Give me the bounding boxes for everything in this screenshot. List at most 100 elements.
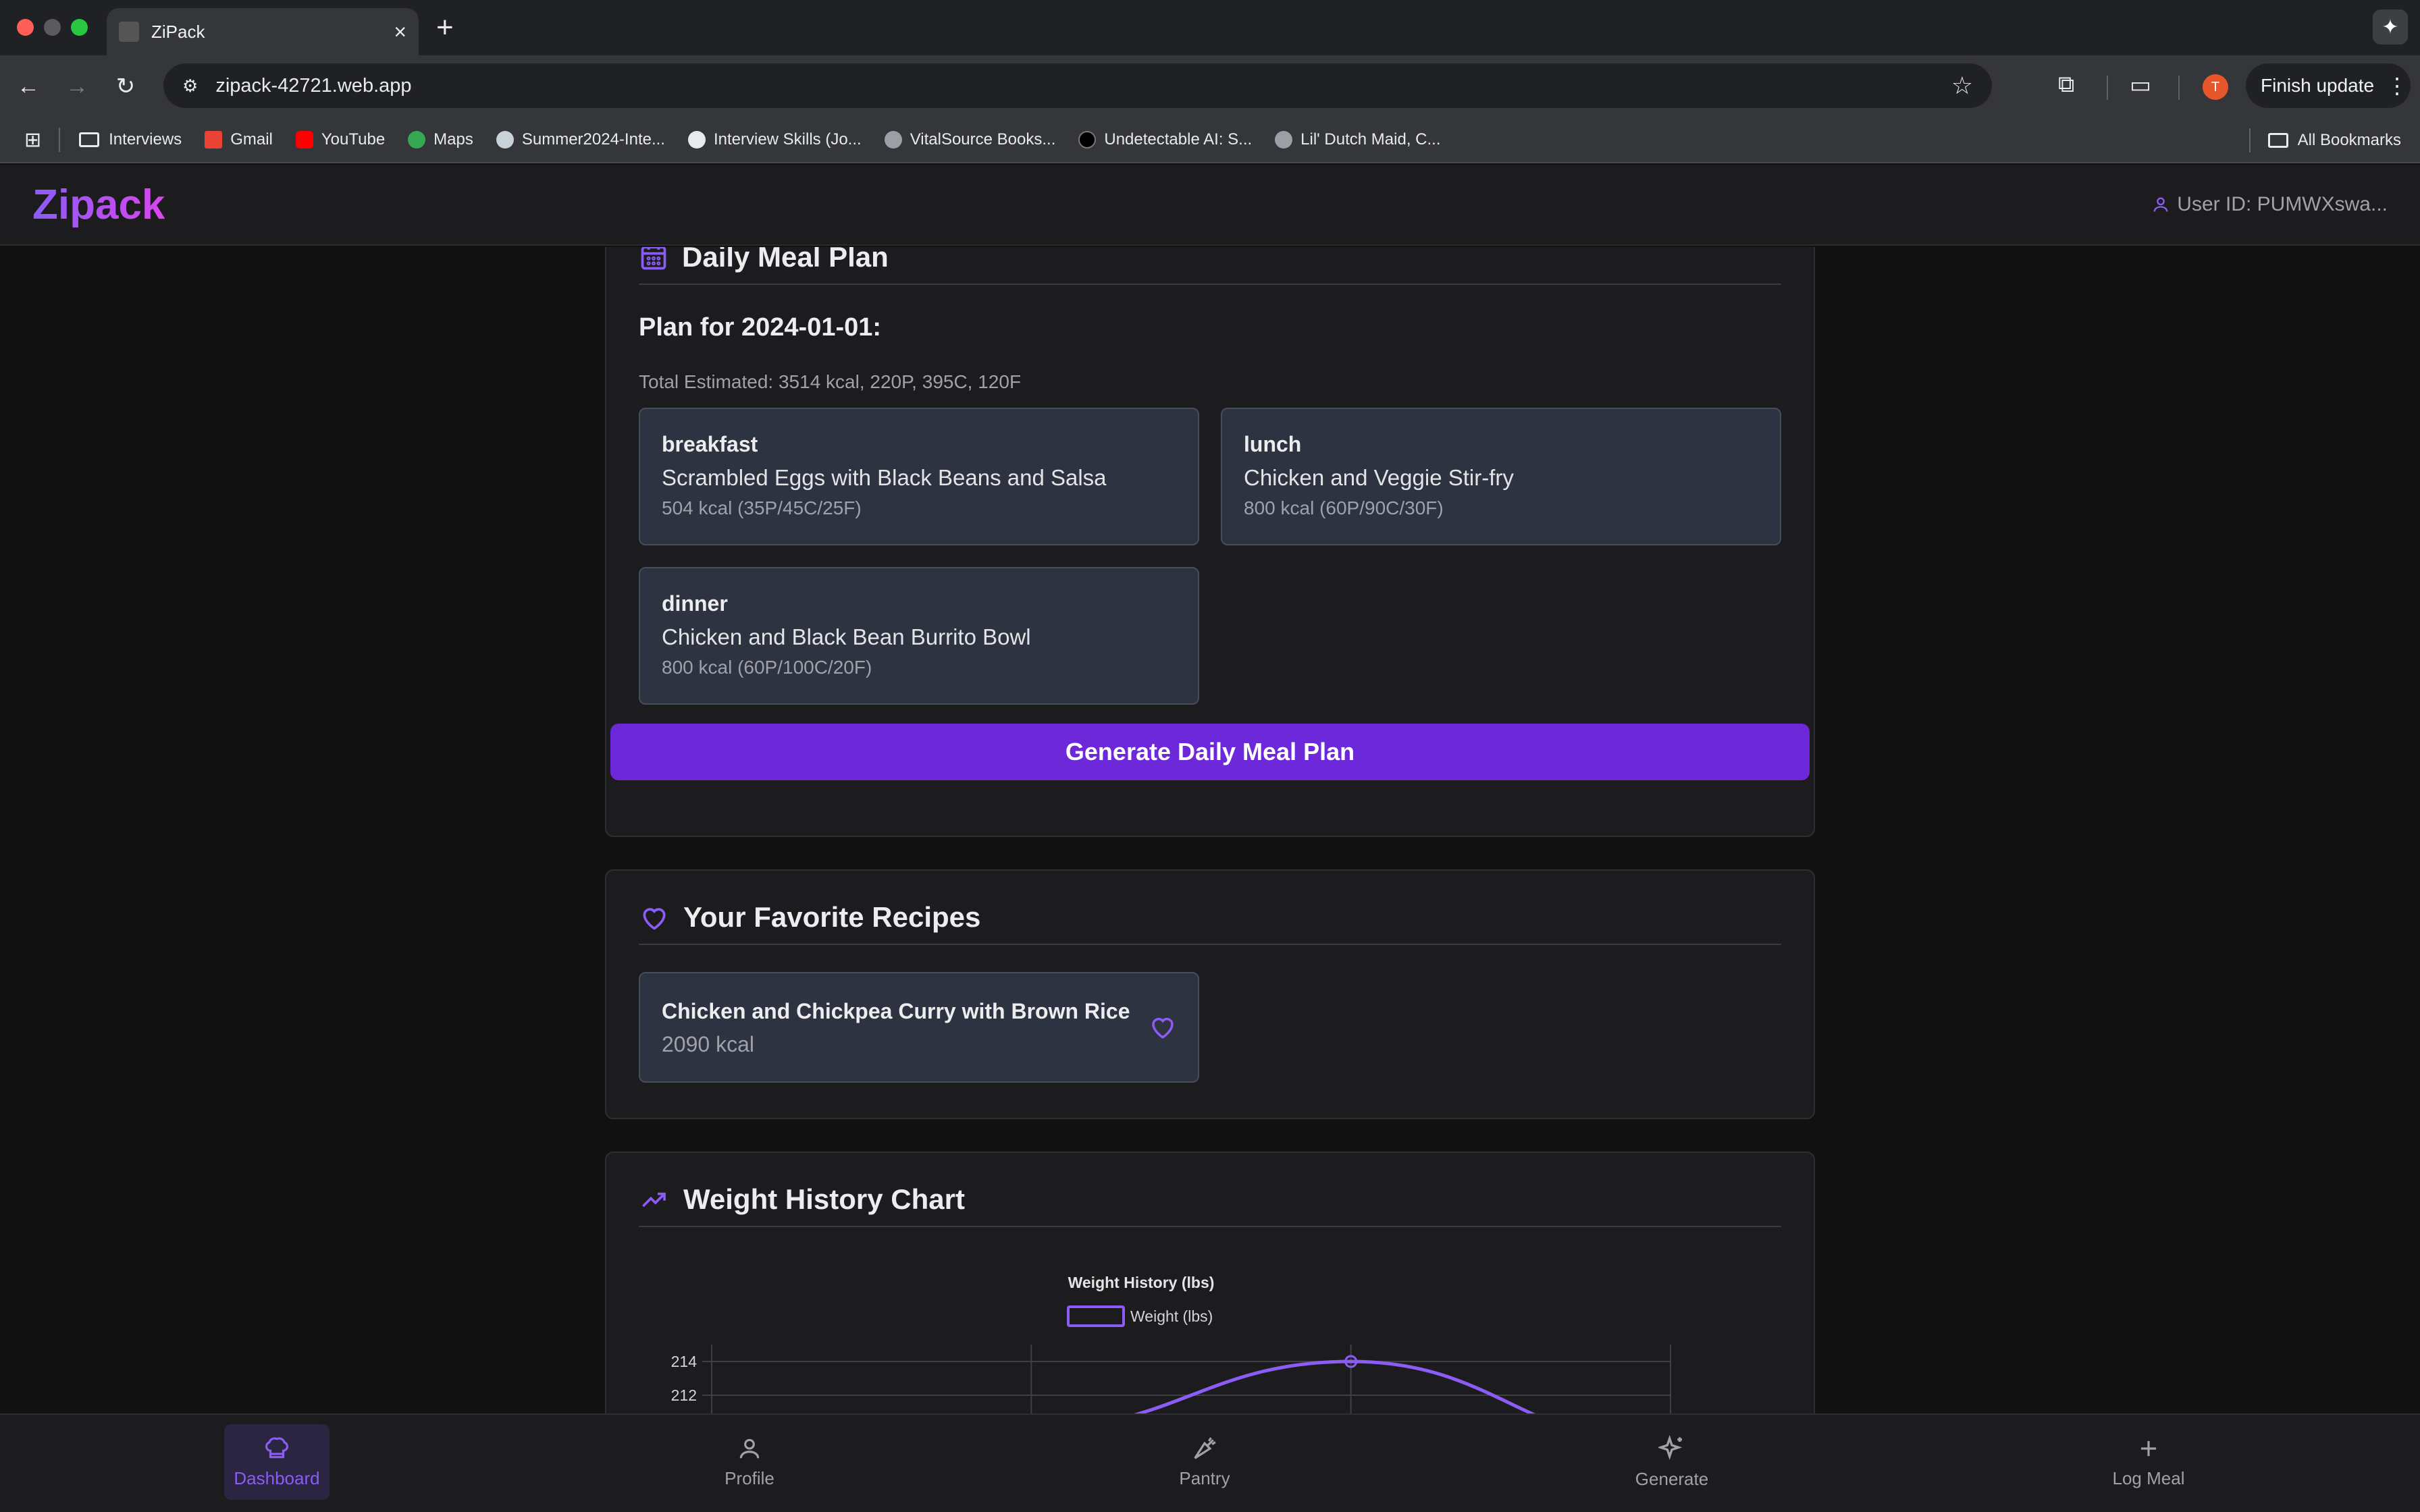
meal-type: dinner — [662, 591, 728, 616]
bookmark-label: Lil' Dutch Maid, C... — [1300, 130, 1441, 148]
bottom-navigation: Dashboard Profile Pantry Generate Log Me… — [0, 1413, 2420, 1512]
legend-swatch[interactable] — [1067, 1305, 1125, 1327]
nav-label: Generate — [1635, 1468, 1709, 1489]
finish-update-button[interactable]: Finish update ⋮ — [2246, 63, 2411, 108]
dashboard-content[interactable]: Daily Meal Plan Plan for 2024-01-01: Tot… — [0, 247, 2420, 1413]
bookmark-maps[interactable]: Maps — [408, 130, 473, 149]
generate-daily-meal-plan-button[interactable]: Generate Daily Meal Plan — [610, 724, 1810, 780]
bookmark-lil-dutch-maid[interactable]: Lil' Dutch Maid, C... — [1275, 130, 1441, 149]
bookmarks-bar: ⊞ Interviews Gmail YouTube Maps Summer20… — [0, 117, 2420, 163]
bookmark-label: Undetectable AI: S... — [1104, 130, 1253, 148]
bookmark-label: Interview Skills (Jo... — [713, 130, 862, 148]
card-header: Your Favorite Recipes — [639, 891, 1781, 945]
nav-label: Dashboard — [234, 1467, 320, 1488]
weight-history-chart: Weight History (lbs) Weight (lbs) 210212… — [671, 1274, 1671, 1413]
bookmark-youtube[interactable]: YouTube — [295, 130, 386, 149]
url-text: zipack-42721.web.app — [215, 74, 412, 97]
bookmark-label: YouTube — [321, 130, 386, 148]
nav-label: Pantry — [1179, 1467, 1230, 1488]
finish-update-label: Finish update — [2261, 75, 2375, 96]
carrot-icon — [1194, 1436, 1216, 1459]
bookmark-label: Maps — [433, 130, 473, 148]
meal-name: Chicken and Veggie Stir-fry — [1244, 465, 1514, 490]
favorite-recipe-item[interactable]: Chicken and Chickpea Curry with Brown Ri… — [639, 972, 1199, 1083]
favorite-recipes-card: Your Favorite Recipes Chicken and Chickp… — [605, 869, 1815, 1119]
bookmark-undetectable-ai[interactable]: Undetectable AI: S... — [1078, 130, 1252, 149]
bookmark-label: Interviews — [109, 130, 182, 148]
close-window-button[interactable] — [17, 19, 34, 36]
total-estimate: Total Estimated: 3514 kcal, 220P, 395C, … — [639, 371, 1022, 392]
bookmark-summer2024[interactable]: Summer2024-Inte... — [496, 130, 665, 149]
ai-sparkle-icon[interactable]: ✦ — [2373, 9, 2408, 45]
all-bookmarks[interactable]: All Bookmarks — [2248, 128, 2401, 153]
bookmark-interview-skills[interactable]: Interview Skills (Jo... — [687, 130, 862, 149]
meal-macros: 800 kcal (60P/90C/30F) — [1244, 497, 1444, 518]
back-arrow-icon[interactable]: ← — [8, 74, 49, 100]
card-header: Weight History Chart — [639, 1173, 1781, 1227]
undetectable-ai-icon — [1078, 131, 1097, 148]
meal-macros: 504 kcal (35P/45C/25F) — [662, 497, 862, 518]
meal-card-breakfast[interactable]: breakfast Scrambled Eggs with Black Bean… — [639, 408, 1199, 545]
daily-meal-plan-card: Daily Meal Plan Plan for 2024-01-01: Tot… — [605, 247, 1815, 837]
bookmark-gmail[interactable]: Gmail — [205, 130, 273, 149]
minimize-window-button[interactable] — [44, 19, 61, 36]
browser-tab-bar: ZiPack × + ✦ — [0, 0, 2420, 55]
forward-arrow-icon[interactable]: → — [57, 74, 97, 100]
nav-profile[interactable]: Profile — [697, 1424, 802, 1500]
user-id-text: User ID: PUMWXswa... — [2177, 193, 2388, 215]
kebab-menu-icon[interactable]: ⋮ — [2386, 73, 2408, 99]
new-tab-icon[interactable]: + — [436, 11, 454, 45]
browser-tab[interactable]: ZiPack × — [107, 8, 419, 55]
meal-card-lunch[interactable]: lunch Chicken and Veggie Stir-fry 800 kc… — [1221, 408, 1781, 545]
bookmarks-divider — [59, 128, 61, 152]
card-header: Daily Meal Plan — [639, 247, 1781, 285]
youtube-icon — [295, 131, 313, 148]
nav-generate[interactable]: Generate — [1619, 1424, 1725, 1500]
reload-icon[interactable]: ↻ — [105, 73, 146, 100]
plan-date-heading: Plan for 2024-01-01: — [639, 313, 882, 342]
tab-favicon-icon — [119, 22, 139, 42]
chef-hat-icon — [265, 1436, 289, 1458]
site-settings-icon[interactable]: ⚙ — [182, 76, 198, 97]
bookmark-label: Summer2024-Inte... — [521, 130, 665, 148]
meal-name: Scrambled Eggs with Black Beans and Sals… — [662, 465, 1107, 490]
meal-macros: 800 kcal (60P/100C/20F) — [662, 657, 872, 678]
tab-search-icon[interactable]: ▭ — [2130, 72, 2151, 99]
bookmark-interviews[interactable]: Interviews — [79, 130, 182, 149]
heart-icon — [643, 908, 666, 930]
extensions-icon[interactable]: ⧉ — [2058, 72, 2074, 98]
app-logo[interactable]: Zipack — [32, 181, 165, 229]
bookmark-star-icon[interactable]: ☆ — [1951, 72, 1973, 100]
bookmarks-divider — [2248, 128, 2251, 153]
nav-dashboard[interactable]: Dashboard — [224, 1424, 330, 1500]
toolbar-divider — [2178, 76, 2180, 100]
meal-card-dinner[interactable]: dinner Chicken and Black Bean Burrito Bo… — [639, 567, 1199, 705]
profile-avatar[interactable]: T — [2203, 74, 2228, 100]
toolbar-divider — [2107, 76, 2108, 100]
folder-icon — [79, 132, 100, 147]
sparkles-icon — [1658, 1434, 1683, 1460]
user-id: User ID: PUMWXswa... — [2151, 193, 2388, 216]
github-icon — [496, 131, 514, 148]
browser-toolbar: ← → ↻ ⚙ zipack-42721.web.app ☆ ⧉ ▭ — [0, 55, 2420, 117]
nav-label: Log Meal — [2112, 1467, 2185, 1488]
globe-icon — [884, 131, 902, 148]
bookmark-label: Gmail — [230, 130, 273, 148]
trending-up-icon — [642, 1192, 666, 1208]
chart-title: Weight History (lbs) — [1068, 1274, 1215, 1291]
folder-icon — [2267, 133, 2288, 148]
unfavorite-heart-icon[interactable] — [1148, 1013, 1178, 1041]
apps-grid-icon[interactable]: ⊞ — [24, 128, 41, 152]
zoom-window-button[interactable] — [71, 19, 88, 36]
nav-pantry[interactable]: Pantry — [1152, 1424, 1257, 1500]
recipe-name: Chicken and Chickpea Curry with Brown Ri… — [662, 999, 1130, 1023]
y-tick-label: 212 — [671, 1386, 697, 1404]
user-icon — [739, 1438, 760, 1458]
address-bar[interactable]: ⚙ zipack-42721.web.app ☆ — [163, 63, 1992, 108]
nav-log-meal[interactable]: Log Meal — [2096, 1424, 2201, 1500]
bookmark-vitalsource[interactable]: VitalSource Books... — [884, 130, 1055, 149]
card-title: Daily Meal Plan — [682, 247, 889, 273]
meal-type: breakfast — [662, 432, 758, 456]
tab-close-icon[interactable]: × — [394, 20, 406, 45]
globe-icon — [1275, 131, 1293, 148]
